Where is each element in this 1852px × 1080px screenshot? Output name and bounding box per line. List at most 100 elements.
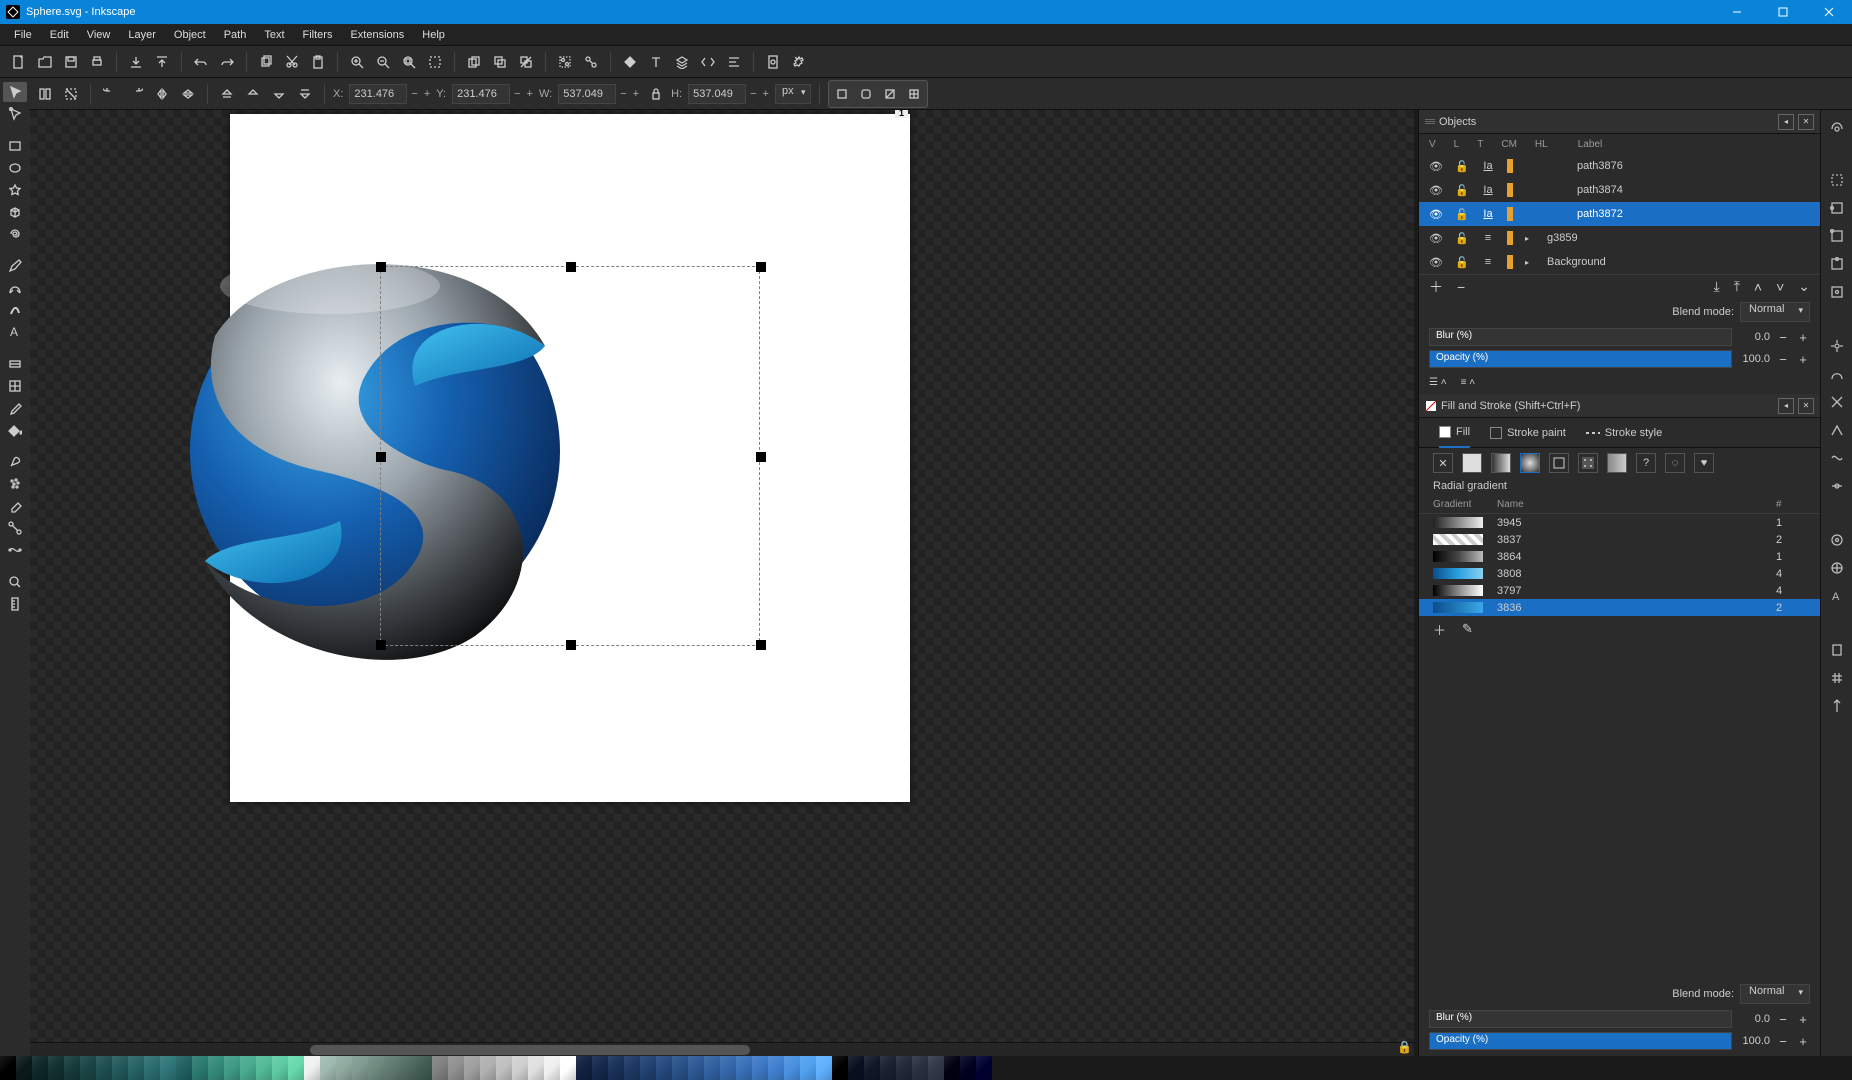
snap-page-icon[interactable] bbox=[1827, 640, 1847, 660]
snap-node-icon[interactable] bbox=[1827, 336, 1847, 356]
plus-icon[interactable]: + bbox=[424, 88, 430, 100]
collapse-icon[interactable]: ⌄ bbox=[1798, 278, 1810, 295]
selector-tool-icon[interactable] bbox=[3, 82, 27, 102]
plus-icon[interactable]: + bbox=[633, 88, 639, 100]
palette-color[interactable] bbox=[160, 1056, 176, 1080]
palette-color[interactable] bbox=[480, 1056, 496, 1080]
export-icon[interactable] bbox=[151, 51, 173, 73]
move-top-icon[interactable]: ⤒ bbox=[1734, 278, 1740, 295]
xml-icon[interactable] bbox=[697, 51, 719, 73]
object-row[interactable]: 👁🔓≡▸g3859 bbox=[1419, 226, 1820, 250]
menu-edit[interactable]: Edit bbox=[42, 27, 77, 43]
add-gradient-icon[interactable]: ＋ bbox=[1433, 620, 1446, 639]
snap-intersection-icon[interactable] bbox=[1827, 392, 1847, 412]
visibility-icon[interactable]: 👁 bbox=[1429, 160, 1443, 173]
palette-color[interactable] bbox=[592, 1056, 608, 1080]
gradient-row[interactable]: 38362 bbox=[1419, 599, 1820, 616]
paint-flat-icon[interactable] bbox=[1462, 453, 1482, 473]
palette-color[interactable] bbox=[240, 1056, 256, 1080]
snap-grid-icon[interactable] bbox=[1827, 668, 1847, 688]
menu-help[interactable]: Help bbox=[414, 27, 453, 43]
eraser-tool-icon[interactable] bbox=[3, 496, 27, 516]
palette-color[interactable] bbox=[144, 1056, 160, 1080]
palette-color[interactable] bbox=[320, 1056, 336, 1080]
raise-icon[interactable] bbox=[242, 83, 264, 105]
palette-color[interactable] bbox=[560, 1056, 576, 1080]
minus-icon[interactable]: − bbox=[1776, 352, 1790, 367]
palette-color[interactable] bbox=[912, 1056, 928, 1080]
blur-slider[interactable]: Blur (%) bbox=[1429, 328, 1732, 346]
doc-props-icon[interactable] bbox=[762, 51, 784, 73]
minus-icon[interactable]: − bbox=[1776, 1012, 1790, 1027]
h-input[interactable]: 537.049 bbox=[688, 84, 746, 104]
text-props-icon[interactable] bbox=[645, 51, 667, 73]
visibility-icon[interactable]: 👁 bbox=[1429, 256, 1443, 269]
snap-bbox-midpoint-icon[interactable] bbox=[1827, 254, 1847, 274]
palette-color[interactable] bbox=[624, 1056, 640, 1080]
highlight-color-chip[interactable] bbox=[1507, 207, 1513, 221]
affect-pattern-icon[interactable] bbox=[903, 83, 925, 105]
palette-color[interactable] bbox=[112, 1056, 128, 1080]
stroke-paint-tab[interactable]: Stroke paint bbox=[1490, 418, 1566, 448]
expand-icon[interactable]: ▸ bbox=[1525, 234, 1535, 243]
menu-extensions[interactable]: Extensions bbox=[342, 27, 412, 43]
snap-smooth-icon[interactable] bbox=[1827, 448, 1847, 468]
affect-gradient-icon[interactable] bbox=[879, 83, 901, 105]
affect-stroke-icon[interactable] bbox=[831, 83, 853, 105]
palette-color[interactable] bbox=[576, 1056, 592, 1080]
palette-color[interactable] bbox=[800, 1056, 816, 1080]
palette-color[interactable] bbox=[368, 1056, 384, 1080]
palette-color[interactable] bbox=[672, 1056, 688, 1080]
palette-color[interactable] bbox=[208, 1056, 224, 1080]
undo-icon[interactable] bbox=[190, 51, 212, 73]
move-bottom-icon[interactable]: ⤓ bbox=[1713, 278, 1719, 295]
lock-ratio-icon[interactable] bbox=[645, 83, 667, 105]
fs-blur-slider[interactable]: Blur (%) bbox=[1429, 1010, 1732, 1028]
import-icon[interactable] bbox=[125, 51, 147, 73]
paint-mesh-icon[interactable] bbox=[1549, 453, 1569, 473]
snap-enable-icon[interactable] bbox=[1827, 116, 1847, 136]
new-doc-icon[interactable] bbox=[8, 51, 30, 73]
palette-color[interactable] bbox=[496, 1056, 512, 1080]
raise-top-icon[interactable] bbox=[216, 83, 238, 105]
menu-object[interactable]: Object bbox=[166, 27, 214, 43]
edit-gradient-icon[interactable]: ✎ bbox=[1462, 621, 1473, 637]
gradient-row[interactable]: 38084 bbox=[1419, 565, 1820, 582]
move-down-icon[interactable]: ˅ bbox=[1776, 279, 1784, 295]
dropper-tool-icon[interactable] bbox=[3, 398, 27, 418]
fs-blend-select[interactable]: Normal bbox=[1740, 984, 1810, 1004]
highlight-color-chip[interactable] bbox=[1507, 231, 1513, 245]
menu-path[interactable]: Path bbox=[216, 27, 255, 43]
paste-icon[interactable] bbox=[307, 51, 329, 73]
palette-color[interactable] bbox=[16, 1056, 32, 1080]
gradient-row[interactable]: 38372 bbox=[1419, 531, 1820, 548]
ungroup-icon[interactable] bbox=[580, 51, 602, 73]
align-icon[interactable] bbox=[723, 51, 745, 73]
paint-unset-icon[interactable]: ◌ bbox=[1665, 453, 1685, 473]
y-input[interactable]: 231.476 bbox=[452, 84, 510, 104]
x-input[interactable]: 231.476 bbox=[349, 84, 407, 104]
lower-bottom-icon[interactable] bbox=[294, 83, 316, 105]
paint-radial-icon[interactable] bbox=[1520, 453, 1540, 473]
print-icon[interactable] bbox=[86, 51, 108, 73]
unlink-clone-icon[interactable] bbox=[515, 51, 537, 73]
palette-color[interactable] bbox=[336, 1056, 352, 1080]
object-row[interactable]: 👁🔓Iapath3876 bbox=[1419, 154, 1820, 178]
color-palette[interactable] bbox=[0, 1056, 1852, 1080]
palette-color[interactable] bbox=[864, 1056, 880, 1080]
palette-color[interactable] bbox=[416, 1056, 432, 1080]
w-input[interactable]: 537.049 bbox=[558, 84, 616, 104]
ellipse-tool-icon[interactable] bbox=[3, 158, 27, 178]
snap-midpoint-icon[interactable] bbox=[1827, 476, 1847, 496]
lock-icon[interactable]: 🔓 bbox=[1455, 232, 1469, 245]
palette-color[interactable] bbox=[704, 1056, 720, 1080]
copy-icon[interactable] bbox=[255, 51, 277, 73]
tweak-tool-icon[interactable] bbox=[3, 452, 27, 472]
paint-inherit-icon[interactable]: ♥ bbox=[1694, 453, 1714, 473]
rotate-ccw-icon[interactable] bbox=[99, 83, 121, 105]
zoom-out-icon[interactable] bbox=[372, 51, 394, 73]
snap-bbox-edge-icon[interactable] bbox=[1827, 198, 1847, 218]
plus-icon[interactable]: + bbox=[1796, 330, 1810, 345]
close-button[interactable] bbox=[1806, 0, 1852, 24]
fill-stroke-icon[interactable] bbox=[619, 51, 641, 73]
